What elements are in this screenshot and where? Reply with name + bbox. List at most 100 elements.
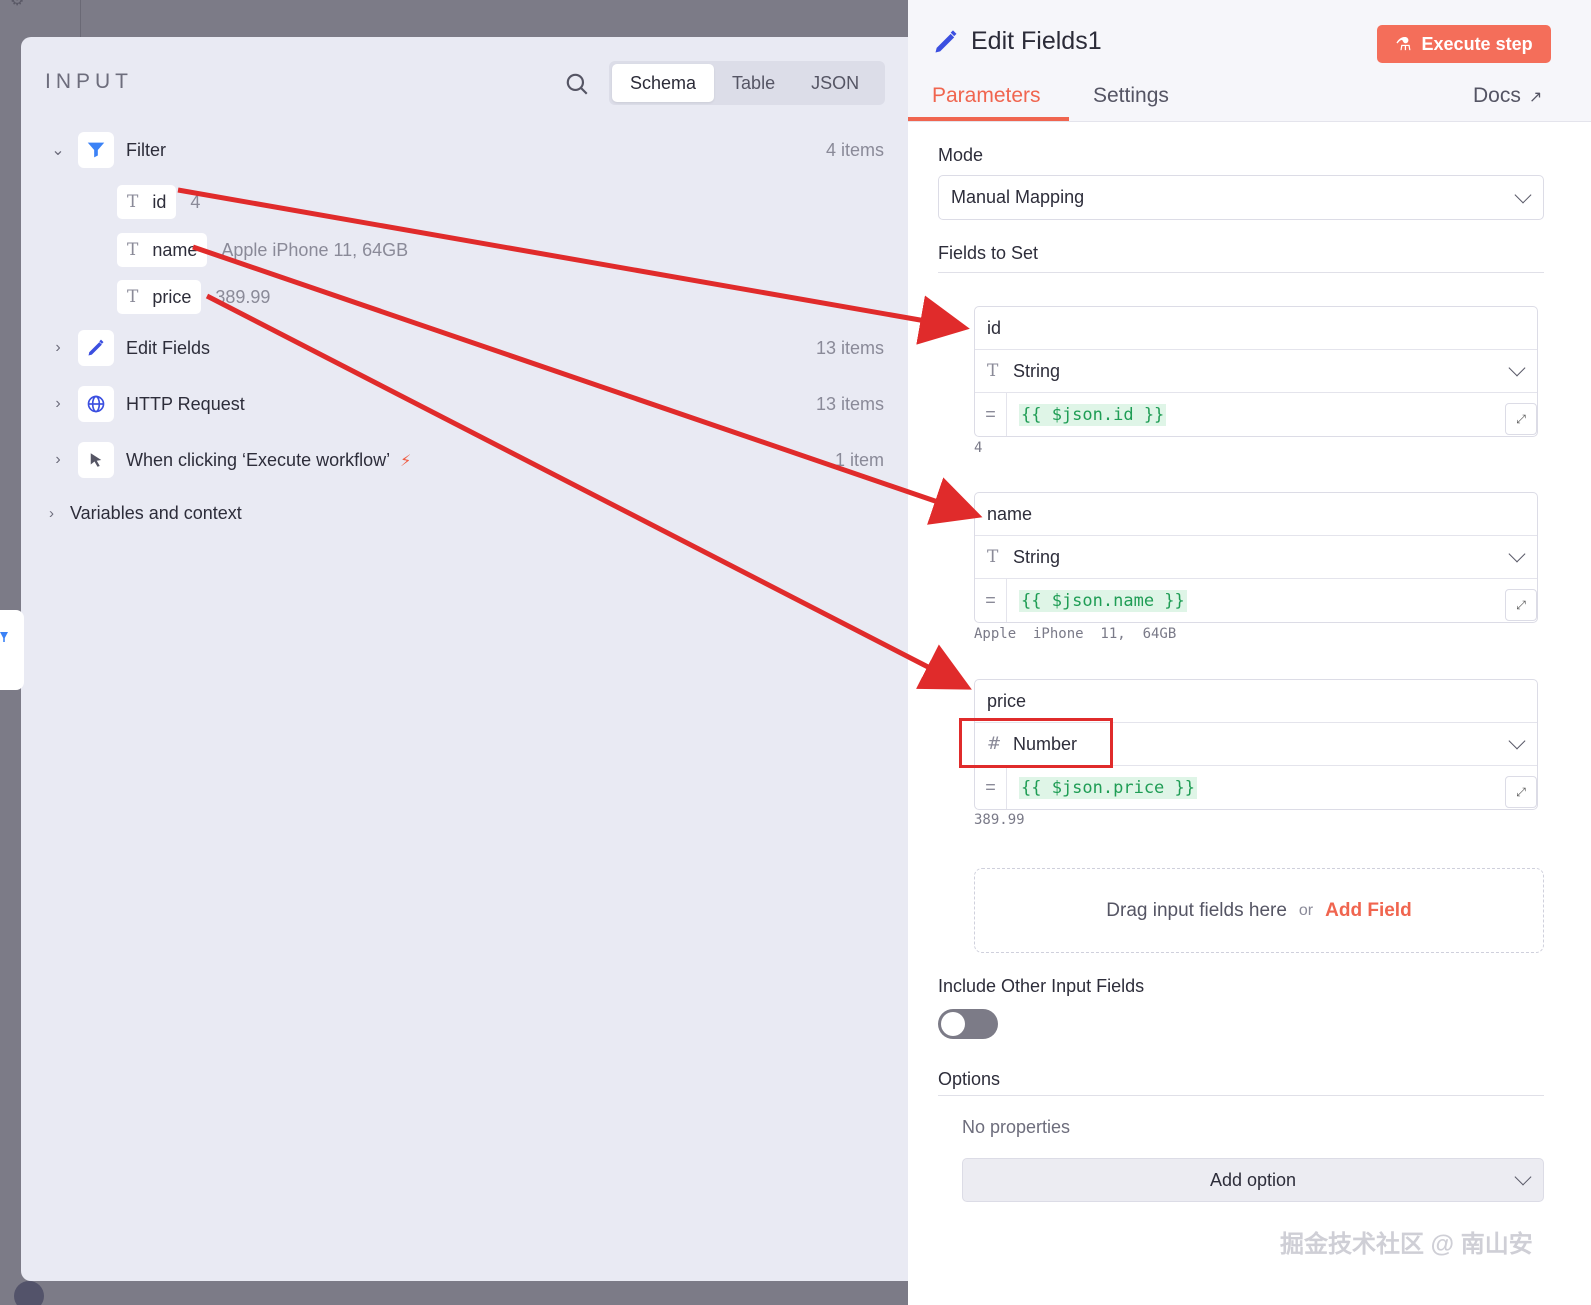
panel-header: Edit Fields1 ⚗ Execute step Parameters S… (908, 0, 1591, 122)
expression-equals-icon: = (975, 579, 1007, 622)
annotation-highlight-box (959, 718, 1113, 768)
assignment-name-input[interactable]: name (975, 493, 1537, 536)
assignment-card: name T String = {{ $json.name }} ⤢ (974, 492, 1538, 623)
expand-icon[interactable]: ⤢ (1505, 776, 1537, 808)
type-value: String (1013, 360, 1061, 381)
chevron-down-icon (1508, 359, 1526, 377)
toggle-knob (941, 1012, 965, 1036)
include-other-fields-toggle[interactable] (938, 1009, 998, 1039)
watermark: 掘金技术社区 @ 南山安 (1280, 1231, 1533, 1258)
expression-code: {{ $json.price }} (1019, 776, 1197, 799)
drop-hint: Drag input fields here (1106, 899, 1287, 921)
assignment-name-input[interactable]: id (975, 307, 1537, 350)
mode-select[interactable]: Manual Mapping (938, 175, 1544, 220)
schema-field[interactable]: Tname Apple iPhone 11, 64GB (117, 233, 408, 267)
lightning-icon: ⚡ (400, 452, 412, 470)
schema-field[interactable]: Tprice 389.99 (117, 280, 270, 314)
chevron-down-icon[interactable]: ⌄ (49, 141, 67, 159)
or-label: or (1298, 901, 1314, 919)
add-field-button[interactable]: Add Field (1325, 900, 1412, 922)
assignment-card: id T String = {{ $json.id }} ⤢ (974, 306, 1538, 437)
field-name: price (152, 286, 192, 307)
expression-input[interactable]: = {{ $json.price }} ⤢ (975, 766, 1537, 809)
input-panel: INPUT Schema Table JSON ⌄ Filter 4 items… (21, 37, 921, 1281)
side-panel-handle[interactable] (0, 610, 24, 690)
no-properties-text: No properties (962, 1117, 1071, 1137)
field-value: Apple iPhone 11, 64GB (221, 239, 409, 260)
mode-value: Manual Mapping (951, 187, 1085, 207)
fields-to-set-label: Fields to Set (938, 243, 1039, 263)
chevron-right-icon[interactable]: › (49, 339, 67, 357)
mode-label: Mode (938, 145, 984, 165)
flask-icon: ⚗ (1395, 33, 1412, 54)
divider (938, 272, 1544, 273)
execute-step-button[interactable]: ⚗ Execute step (1377, 25, 1551, 63)
tab-settings[interactable]: Settings (1093, 84, 1169, 108)
node-row-http-request[interactable]: › HTTP Request 13 items (21, 384, 921, 424)
tab-table[interactable]: Table (714, 64, 793, 102)
string-type-icon: T (127, 192, 139, 212)
field-drop-zone[interactable]: Drag input fields here or Add Field (974, 868, 1544, 953)
chevron-down-icon (1508, 545, 1526, 563)
avatar[interactable] (14, 1281, 44, 1305)
type-select[interactable]: T String (975, 350, 1537, 393)
expression-input[interactable]: = {{ $json.id }} ⤢ (975, 393, 1537, 436)
add-option-label: Add option (1209, 1169, 1297, 1190)
node-label: Edit Fields (126, 337, 211, 358)
node-title[interactable]: Edit Fields1 (971, 27, 1102, 56)
expression-equals-icon: = (975, 393, 1007, 436)
add-option-select[interactable]: Add option (962, 1158, 1544, 1202)
canvas-logo-icon: ⚙ (10, 0, 25, 9)
node-label: Filter (126, 139, 166, 160)
expression-code: {{ $json.name }} (1019, 589, 1187, 612)
variables-and-context[interactable]: › Variables and context (49, 503, 242, 524)
options-label: Options (938, 1069, 1001, 1089)
node-row-edit-fields[interactable]: › Edit Fields 13 items (21, 328, 921, 368)
input-panel-title: INPUT (45, 70, 133, 93)
cursor-icon (78, 442, 114, 478)
pencil-icon (78, 330, 114, 366)
chevron-right-icon[interactable]: › (49, 395, 67, 413)
field-value: 389.99 (215, 286, 271, 307)
chevron-down-icon (1508, 732, 1526, 750)
tab-parameters[interactable]: Parameters (932, 84, 1041, 108)
chevron-down-icon (1514, 186, 1532, 203)
node-label: HTTP Request (126, 393, 245, 414)
tab-schema[interactable]: Schema (612, 64, 715, 102)
string-type-icon: T (127, 287, 139, 307)
node-item-count: 1 item (834, 449, 884, 470)
expression-preview: 4 (974, 440, 983, 456)
node-row-filter[interactable]: ⌄ Filter 4 items (21, 130, 921, 170)
assignment-name-input[interactable]: price (975, 680, 1537, 723)
expression-preview: Apple iPhone 11, 64GB (974, 626, 1177, 642)
canvas-top-strip (80, 0, 910, 37)
expression-input[interactable]: = {{ $json.name }} ⤢ (975, 579, 1537, 622)
field-value: 4 (190, 191, 201, 212)
globe-icon (78, 386, 114, 422)
string-type-icon: T (987, 361, 999, 381)
field-chip[interactable]: Tid (117, 185, 177, 219)
string-type-icon: T (127, 240, 139, 260)
chevron-right-icon[interactable]: › (49, 451, 67, 469)
tab-json[interactable]: JSON (793, 64, 877, 102)
active-tab-indicator (908, 117, 1069, 121)
expression-equals-icon: = (975, 766, 1007, 809)
string-type-icon: T (987, 547, 999, 567)
node-label: When clicking ‘Execute workflow’ ⚡ (126, 449, 412, 470)
node-row-manual-trigger[interactable]: › When clicking ‘Execute workflow’ ⚡ 1 it… (21, 440, 921, 480)
search-icon[interactable] (564, 71, 590, 97)
field-name: name (152, 239, 198, 260)
view-mode-switch: Schema Table JSON (609, 61, 885, 105)
docs-link[interactable]: Docs ↗ (1473, 84, 1542, 108)
variables-label: Variables and context (70, 503, 242, 523)
field-name: id (152, 191, 167, 212)
field-chip[interactable]: Tname (117, 233, 208, 267)
include-other-fields-label: Include Other Input Fields (938, 976, 1145, 996)
expand-icon[interactable]: ⤢ (1505, 589, 1537, 621)
node-item-count: 13 items (815, 393, 884, 414)
type-select[interactable]: T String (975, 536, 1537, 579)
field-chip[interactable]: Tprice (117, 280, 202, 314)
chevron-right-icon: › (49, 505, 54, 522)
schema-field[interactable]: Tid 4 (117, 185, 200, 219)
expand-icon[interactable]: ⤢ (1505, 403, 1537, 435)
